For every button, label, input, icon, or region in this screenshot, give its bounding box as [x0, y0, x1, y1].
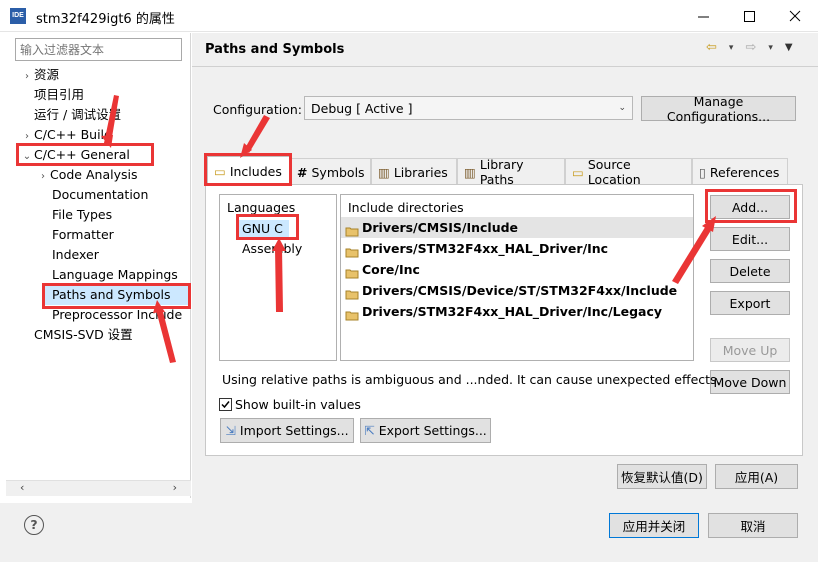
- annotation-arrows: [101, 95, 716, 363]
- annotation-arrow: [153, 300, 165, 313]
- annotation-arrow: [272, 238, 286, 251]
- annotation-arrow: [156, 308, 176, 363]
- annotation-arrow: [275, 248, 283, 312]
- annotation-arrow: [101, 135, 113, 148]
- annotation-arrow: [672, 224, 713, 284]
